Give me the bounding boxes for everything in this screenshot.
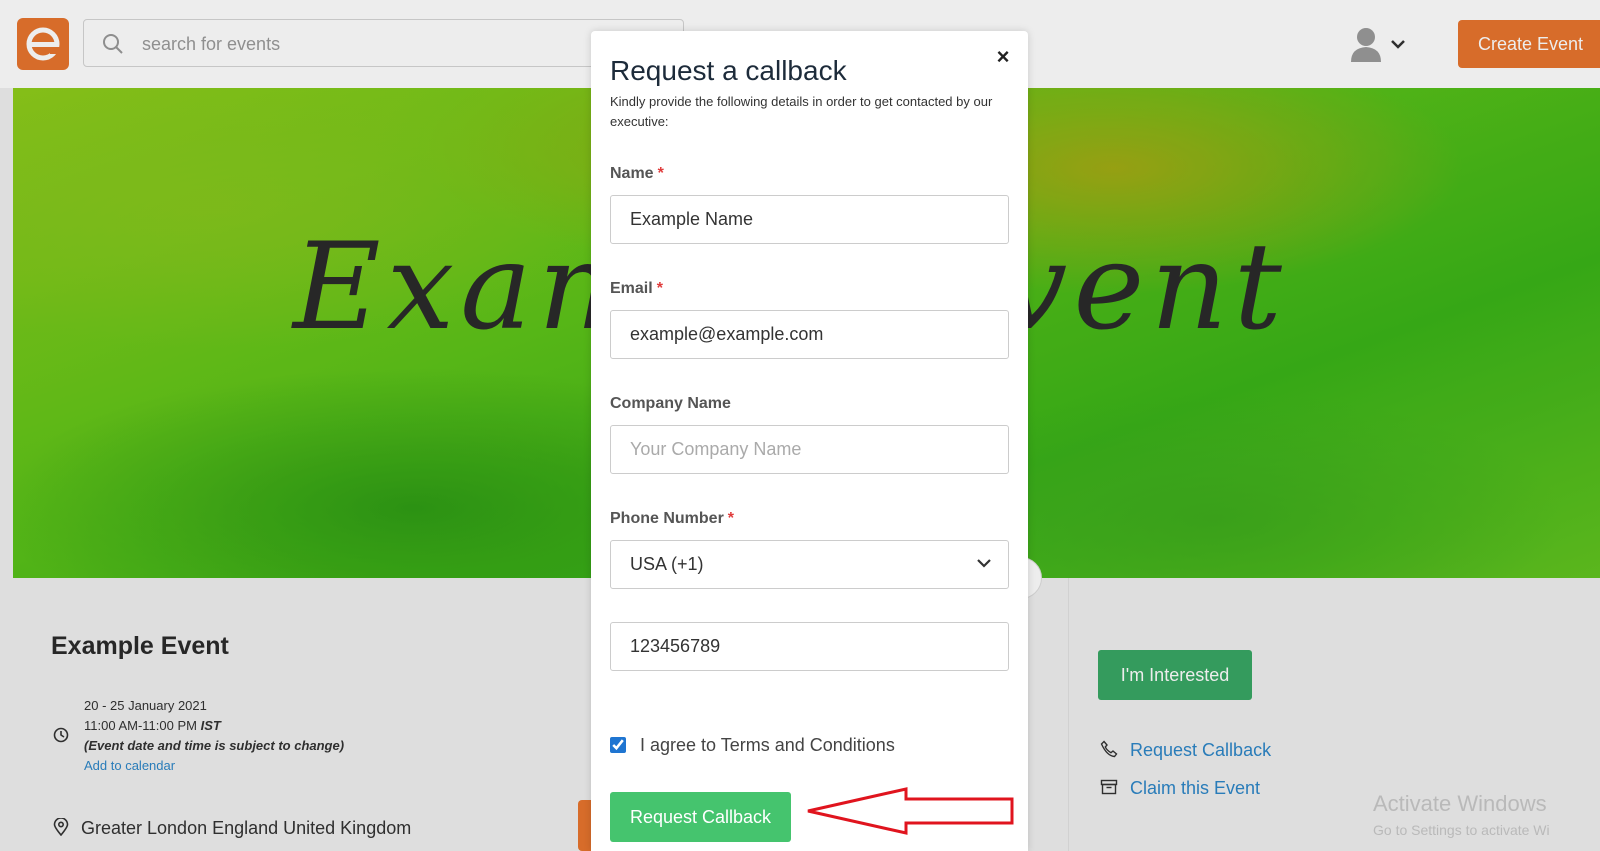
company-name-field[interactable] (610, 425, 1009, 474)
name-label: Name * (610, 165, 664, 183)
email-label: Email * (610, 280, 663, 298)
email-label-text: Email (610, 280, 653, 297)
close-icon[interactable]: × (993, 46, 1013, 68)
country-code-value: USA (+1) (630, 554, 704, 574)
email-field[interactable] (610, 310, 1009, 359)
chevron-down-icon (977, 559, 991, 568)
phone-label-text: Phone Number (610, 510, 724, 527)
required-asterisk: * (656, 280, 663, 297)
required-asterisk: * (657, 165, 664, 182)
modal-title: Request a callback (610, 55, 847, 86)
phone-number-field[interactable] (610, 622, 1009, 671)
modal-subtitle: Kindly provide the following details in … (610, 94, 993, 129)
phone-number-label: Phone Number * (610, 510, 734, 528)
name-field[interactable] (610, 195, 1009, 244)
terms-label[interactable]: I agree to Terms and Conditions (640, 735, 895, 756)
name-label-text: Name (610, 165, 654, 182)
terms-checkbox[interactable] (610, 737, 626, 753)
required-asterisk: * (727, 510, 735, 527)
country-code-select[interactable]: USA (+1) (610, 540, 1009, 589)
request-callback-submit-button[interactable]: Request Callback (610, 792, 791, 842)
company-name-label: Company Name (610, 395, 731, 412)
annotation-arrow-icon (807, 787, 1014, 835)
